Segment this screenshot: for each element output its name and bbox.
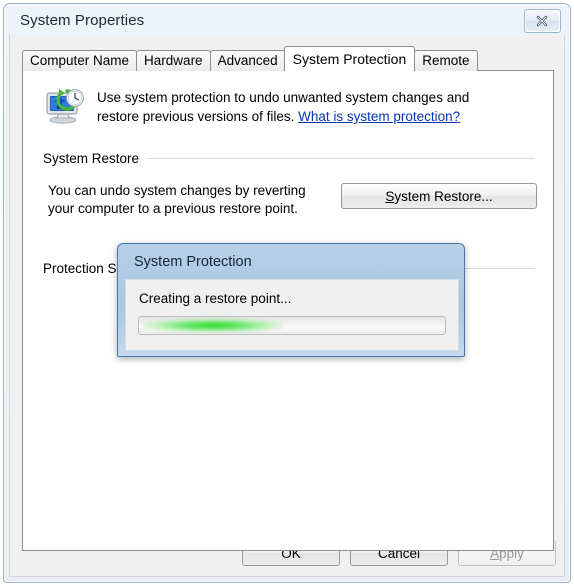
group-rule [146, 158, 535, 159]
what-is-system-protection-link[interactable]: What is system protection? [298, 109, 460, 124]
system-restore-button[interactable]: System Restore... [341, 183, 537, 209]
intro-block: Use system protection to undo unwanted s… [43, 85, 533, 126]
intro-line-1: Use system protection to undo unwanted s… [97, 90, 470, 105]
system-restore-button-label: System Restore... [385, 188, 493, 204]
system-properties-window: System Properties Computer Name Hardware… [3, 3, 571, 583]
modal-title: System Protection [134, 254, 252, 270]
window-title: System Properties [20, 12, 145, 29]
window-titlebar: System Properties [9, 8, 565, 36]
tab-computer-name[interactable]: Computer Name [22, 50, 138, 71]
tab-hardware[interactable]: Hardware [136, 50, 211, 71]
tab-advanced[interactable]: Advanced [209, 50, 286, 71]
group-label-system-restore: System Restore [43, 151, 140, 166]
close-button[interactable] [524, 9, 561, 33]
intro-text: Use system protection to undo unwanted s… [87, 85, 469, 126]
system-restore-description: You can undo system changes by reverting… [48, 182, 348, 218]
progress-bar-marquee-fill [143, 318, 283, 333]
system-protection-progress-dialog: System Protection Creating a restore poi… [117, 243, 465, 357]
group-system-restore: System Restore [43, 151, 535, 166]
system-restore-desc-line-1: You can undo system changes by reverting [48, 183, 306, 198]
tab-remote[interactable]: Remote [414, 50, 478, 71]
modal-status-message: Creating a restore point... [139, 291, 292, 306]
system-restore-desc-line-2: your computer to a previous restore poin… [48, 201, 298, 216]
tabstrip: Computer Name Hardware Advanced System P… [22, 46, 478, 71]
progress-bar [138, 316, 446, 335]
system-protection-monitor-clock-icon [43, 85, 87, 125]
tab-system-protection[interactable]: System Protection [283, 46, 416, 71]
intro-line-2: restore previous versions of files. [97, 109, 295, 124]
modal-body: Creating a restore point... [125, 279, 459, 351]
